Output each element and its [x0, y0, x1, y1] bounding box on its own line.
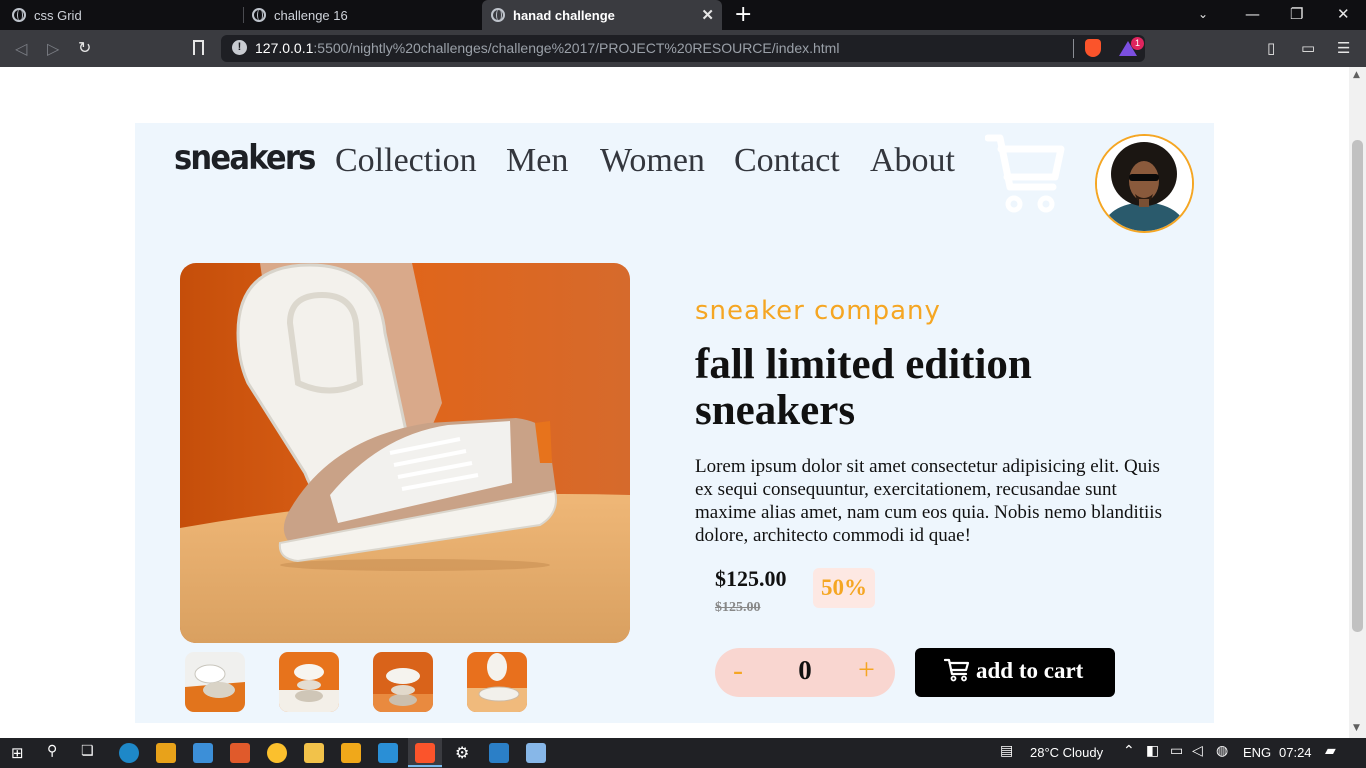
clock[interactable]: 07:24	[1279, 745, 1312, 760]
nav-link-about[interactable]: About	[870, 142, 955, 180]
product-title: fall limited edition sneakers	[695, 341, 1032, 434]
news-widget-icon[interactable]: ▤	[1000, 743, 1013, 759]
mail-icon[interactable]	[193, 743, 213, 763]
site-logo[interactable]: sneakers	[174, 138, 316, 178]
weather-widget[interactable]: 28°C Cloudy	[1030, 745, 1103, 760]
tab-search-chevron-icon[interactable]: ⌄	[1198, 7, 1208, 21]
tab-title: css Grid	[34, 7, 82, 23]
original-price: $125.00	[715, 600, 761, 615]
url-host: 127.0.0.1	[255, 40, 314, 56]
file-explorer-icon[interactable]	[304, 743, 324, 763]
tab-css-grid[interactable]: css Grid	[12, 0, 242, 30]
add-to-cart-label: add to cart	[976, 658, 1084, 683]
globe-icon	[491, 8, 505, 22]
address-divider	[1073, 39, 1074, 58]
battery-icon[interactable]: ▭	[1170, 743, 1183, 759]
tab-title: challenge 16	[274, 7, 348, 23]
scroll-down-arrow-icon[interactable]: ▼	[1353, 723, 1360, 733]
menu-icon[interactable]: ☰	[1337, 39, 1350, 57]
brave-icon[interactable]	[415, 743, 435, 763]
product-main-image[interactable]	[180, 263, 630, 643]
sublime-icon[interactable]	[341, 743, 361, 763]
nav-link-contact[interactable]: Contact	[734, 142, 840, 180]
nav-link-collection[interactable]: Collection	[335, 142, 477, 180]
globe-icon	[252, 8, 266, 22]
notifications-icon[interactable]: ▰	[1325, 743, 1336, 759]
volume-icon[interactable]: ◁	[1192, 743, 1203, 759]
discount-badge: 50%	[813, 568, 875, 608]
reload-button[interactable]: ↻	[78, 38, 91, 57]
product-thumbnail[interactable]	[467, 652, 527, 712]
product-description: Lorem ipsum dolor sit amet consectetur a…	[695, 456, 1162, 546]
site-info-icon[interactable]: !	[232, 40, 247, 55]
address-url[interactable]: 127.0.0.1:5500/nightly%20challenges/chal…	[255, 40, 839, 56]
product-thumbnail[interactable]	[373, 652, 433, 712]
sidebar-icon[interactable]: ▯	[1267, 39, 1275, 57]
brave-shields-icon[interactable]	[1085, 39, 1101, 57]
tab-title: hanad challenge	[513, 7, 615, 23]
photos-icon[interactable]	[489, 743, 509, 763]
nav-link-women[interactable]: Women	[600, 142, 705, 180]
tab-hanad-challenge[interactable]: hanad challenge ✕	[482, 0, 722, 30]
edge-icon[interactable]	[119, 743, 139, 763]
browser-tab-bar: css Grid challenge 16 hanad challenge ✕ …	[0, 0, 1366, 30]
task-view-icon[interactable]: ❏	[81, 743, 94, 759]
quantity-value: 0	[798, 655, 812, 685]
scroll-up-arrow-icon[interactable]: ▲	[1353, 70, 1360, 80]
windows-start-icon[interactable]: ⊞	[11, 744, 24, 762]
meet-now-icon[interactable]: ◧	[1146, 743, 1159, 759]
rewards-badge: 1	[1131, 37, 1144, 50]
minimize-button[interactable]: —	[1245, 5, 1260, 23]
increase-quantity-button[interactable]: +	[858, 653, 882, 687]
current-price: $125.00	[715, 566, 787, 591]
tab-separator	[243, 7, 244, 23]
product-thumbnail[interactable]	[279, 652, 339, 712]
show-hidden-icons-chevron[interactable]: ⌃	[1123, 743, 1135, 759]
user-avatar[interactable]	[1095, 134, 1194, 233]
back-button[interactable]: ◁	[15, 39, 27, 58]
scrollbar-thumb[interactable]	[1352, 140, 1363, 632]
wallet-icon[interactable]: ▭	[1301, 39, 1315, 57]
network-globe-icon[interactable]: ◍	[1216, 743, 1228, 759]
url-path: :5500/nightly%20challenges/challenge%201…	[313, 40, 840, 56]
restore-button[interactable]: ❐	[1290, 5, 1303, 23]
settings-icon[interactable]: ⚙	[455, 743, 469, 762]
forward-button[interactable]: ▷	[47, 39, 59, 58]
cart-icon	[943, 658, 970, 686]
search-icon[interactable]: ⚲	[47, 743, 57, 759]
chrome-icon[interactable]	[267, 743, 287, 763]
globe-icon	[12, 8, 26, 22]
tab-challenge-16[interactable]: challenge 16	[252, 0, 482, 30]
new-tab-button[interactable]: +	[734, 2, 752, 27]
product-thumbnail[interactable]	[185, 652, 245, 712]
store-icon[interactable]	[156, 743, 176, 763]
close-tab-icon[interactable]: ✕	[701, 6, 714, 24]
language-indicator[interactable]: ENG	[1243, 745, 1271, 760]
decrease-quantity-button[interactable]: -	[733, 654, 751, 688]
company-name: sneaker company	[695, 296, 941, 326]
office-icon[interactable]	[230, 743, 250, 763]
nav-link-men[interactable]: Men	[506, 142, 568, 180]
vscode-icon[interactable]	[378, 743, 398, 763]
notepad-icon[interactable]	[526, 743, 546, 763]
close-window-button[interactable]: ✕	[1337, 5, 1350, 23]
bookmark-icon[interactable]	[193, 40, 204, 55]
active-app-indicator	[408, 765, 442, 767]
cart-icon[interactable]	[984, 132, 1067, 218]
